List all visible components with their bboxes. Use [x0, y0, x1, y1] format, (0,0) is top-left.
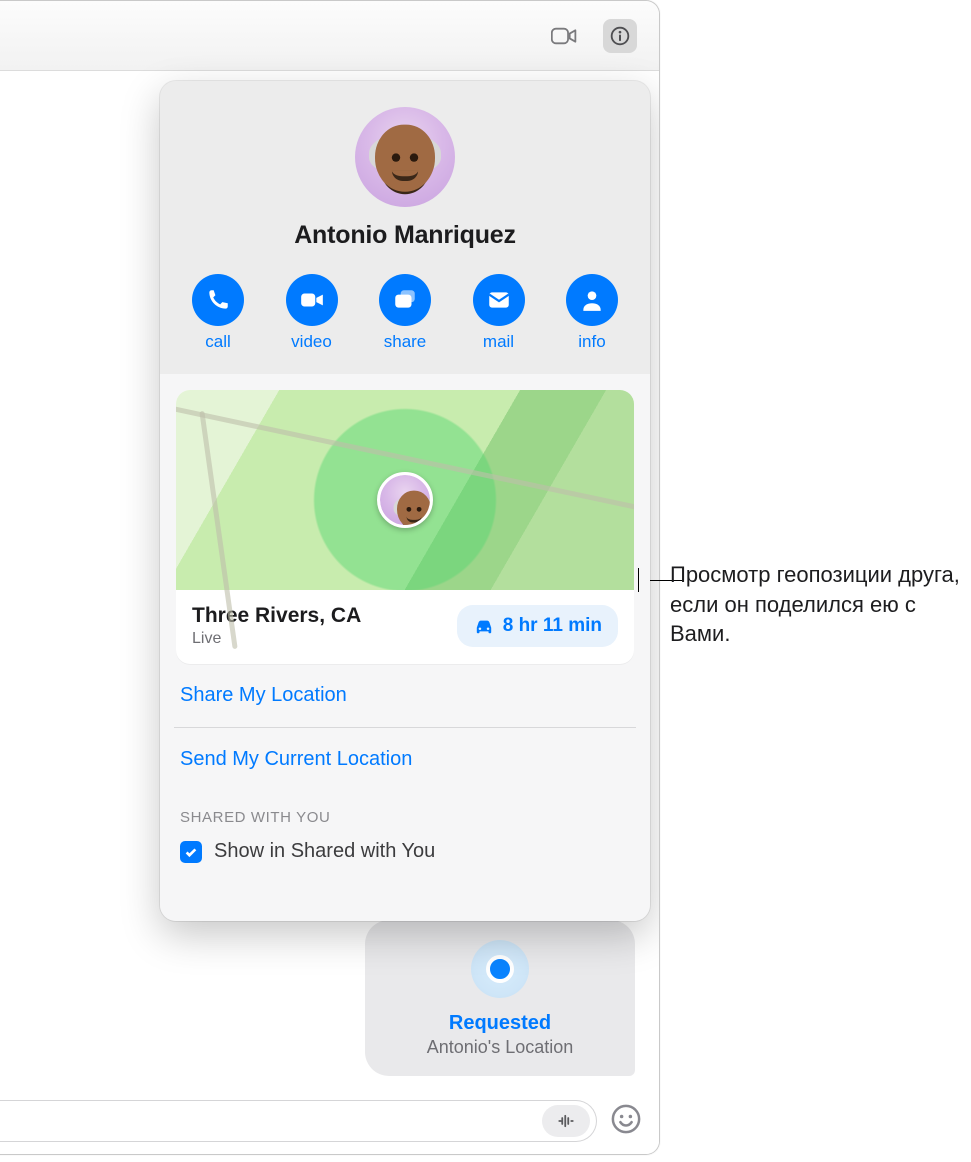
action-info[interactable]: info [554, 274, 630, 352]
annotation-callout: Просмотр геопозиции друга, если он подел… [670, 560, 960, 649]
shared-with-you-label: SHARED WITH YOU [176, 791, 634, 836]
location-place: Three Rivers, CA [192, 604, 361, 628]
compose-bar [0, 1088, 659, 1154]
audio-record-button[interactable] [542, 1105, 590, 1137]
popover-header: Antonio Manriquez [160, 81, 650, 268]
map-preview[interactable] [176, 390, 634, 590]
action-video[interactable]: video [274, 274, 350, 352]
contact-info-icon [566, 274, 618, 326]
emoji-picker-button[interactable] [611, 1104, 641, 1139]
bubble-title: Requested [381, 1012, 619, 1035]
popover-body: Three Rivers, CA Live 8 hr 11 min Share … [160, 374, 650, 921]
action-call[interactable]: call [180, 274, 256, 352]
contact-name: Antonio Manriquez [180, 221, 630, 250]
location-request-bubble[interactable]: Requested Antonio's Location [365, 920, 635, 1076]
location-footer: Three Rivers, CA Live 8 hr 11 min [176, 590, 634, 664]
send-current-location-link[interactable]: Send My Current Location [176, 728, 634, 791]
details-popover: Antonio Manriquez call video share [160, 81, 650, 921]
waveform-icon [557, 1112, 575, 1130]
share-my-location-link[interactable]: Share My Location [176, 664, 634, 727]
map-pin-avatar [377, 472, 433, 528]
location-status: Live [192, 630, 361, 648]
action-info-label: info [578, 332, 605, 352]
car-icon [473, 617, 495, 635]
bubble-subtitle: Antonio's Location [381, 1037, 619, 1058]
show-in-shared-toggle[interactable]: Show in Shared with You [176, 836, 634, 879]
location-dot-icon [471, 940, 529, 998]
info-icon [607, 26, 633, 46]
action-mail-label: mail [483, 332, 514, 352]
phone-icon [192, 274, 244, 326]
action-mail[interactable]: mail [461, 274, 537, 352]
directions-eta-button[interactable]: 8 hr 11 min [457, 605, 618, 647]
mail-icon [473, 274, 525, 326]
action-call-label: call [205, 332, 231, 352]
action-row: call video share mail [160, 268, 650, 374]
message-input[interactable] [0, 1100, 597, 1142]
details-info-button[interactable] [603, 19, 637, 53]
smile-icon [611, 1104, 641, 1134]
eta-text: 8 hr 11 min [503, 615, 602, 637]
video-camera-icon [551, 26, 577, 46]
location-card[interactable]: Three Rivers, CA Live 8 hr 11 min [176, 390, 634, 664]
action-share-label: share [384, 332, 427, 352]
show-in-shared-label: Show in Shared with You [214, 840, 435, 863]
action-video-label: video [291, 332, 332, 352]
contact-avatar[interactable] [355, 107, 455, 207]
facetime-button[interactable] [547, 19, 581, 53]
memoji-icon [391, 486, 433, 528]
messages-window: Requested Antonio's Location [0, 0, 660, 1155]
checkbox-checked-icon [180, 841, 202, 863]
screenshare-icon [379, 274, 431, 326]
window-toolbar [0, 1, 659, 71]
memoji-icon [364, 116, 446, 198]
action-share[interactable]: share [367, 274, 443, 352]
video-icon [286, 274, 338, 326]
